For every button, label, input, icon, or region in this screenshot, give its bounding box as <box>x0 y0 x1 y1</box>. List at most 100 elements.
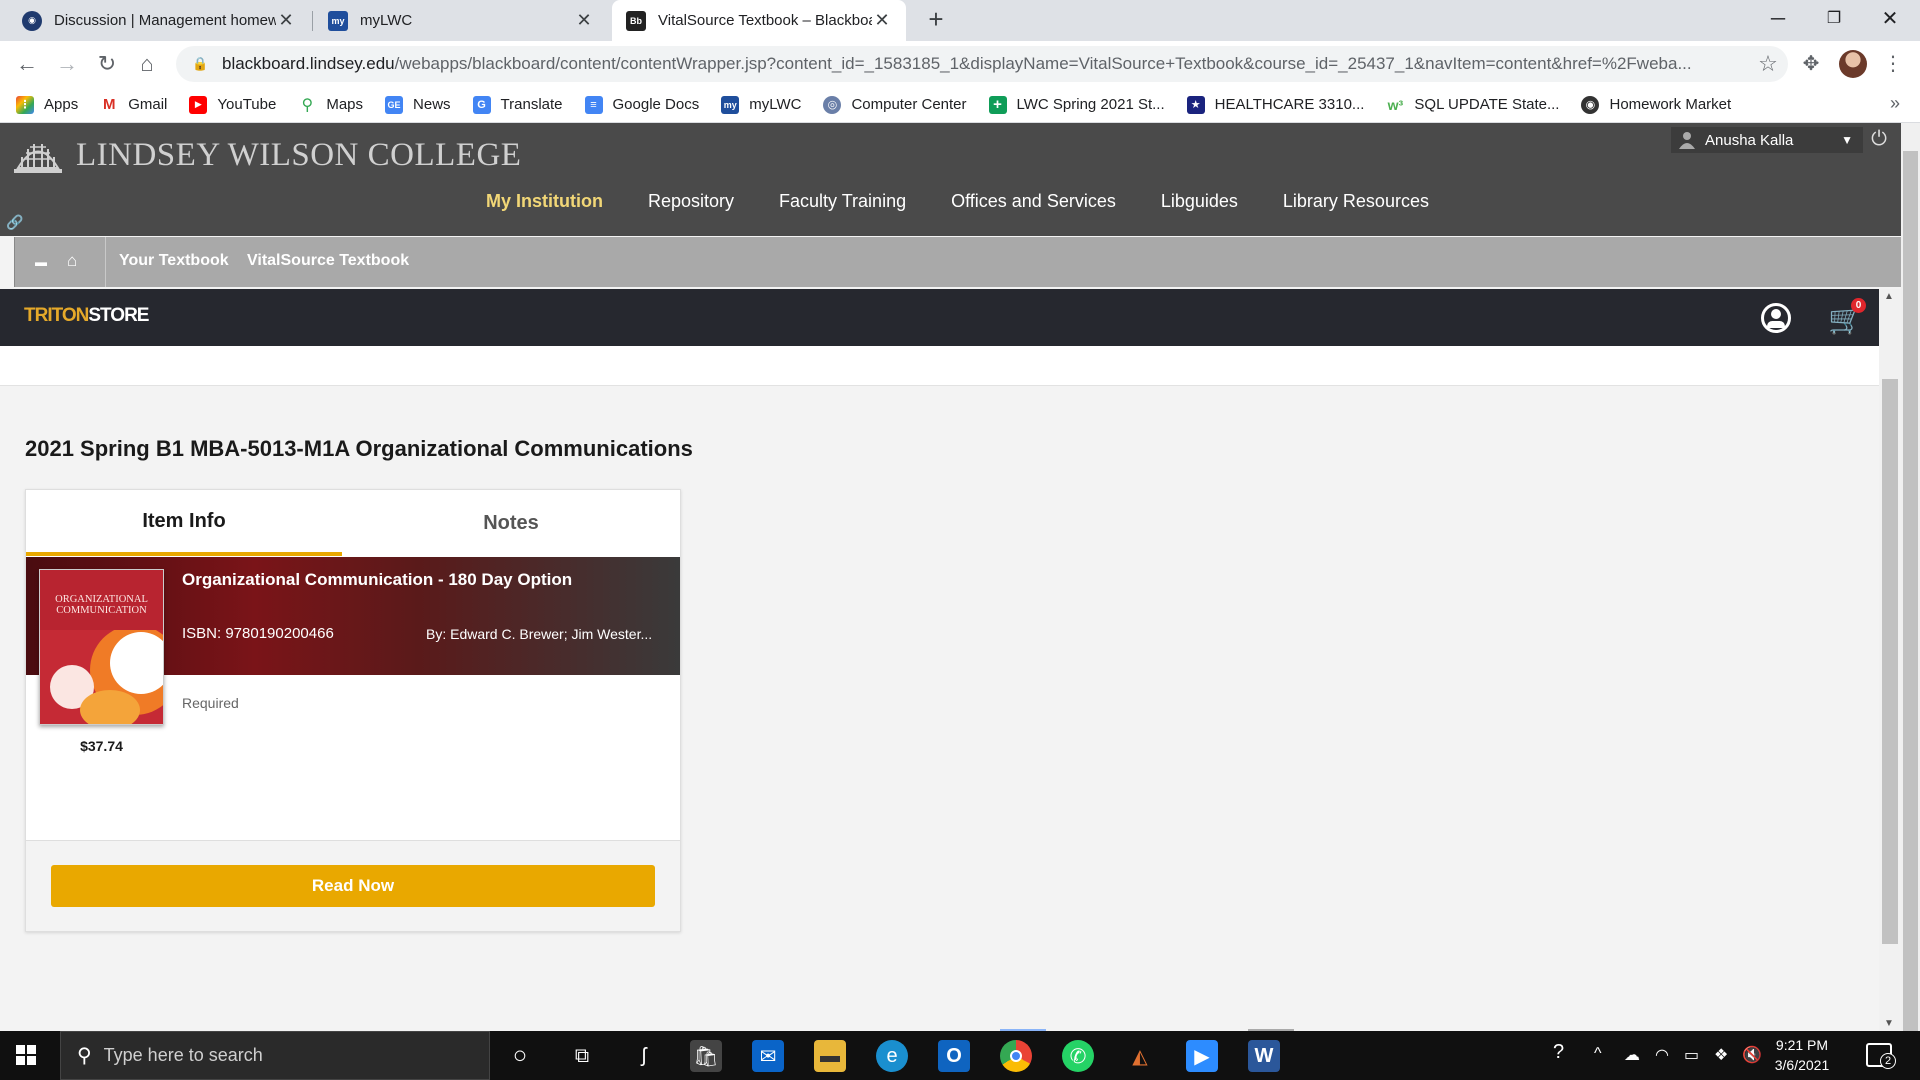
onedrive-cloud-icon[interactable]: ☁ <box>1624 1045 1640 1065</box>
bookmark-news[interactable]: GE News <box>385 95 451 114</box>
tab-discussion[interactable]: ◉ Discussion | Management homew ✕ <box>8 0 310 41</box>
tab-vitalsource[interactable]: Bb VitalSource Textbook – Blackboar ✕ <box>612 0 906 41</box>
edge-icon[interactable]: e <box>876 1040 908 1072</box>
read-now-button[interactable]: Read Now <box>51 865 655 907</box>
zoom-icon[interactable]: ▶ <box>1186 1040 1218 1072</box>
tab-title: myLWC <box>360 12 413 29</box>
bookmark-label: Translate <box>500 96 563 113</box>
account-icon[interactable] <box>1761 303 1791 333</box>
youtube-icon: ▶ <box>189 95 208 114</box>
page-scrollbar[interactable] <box>1901 123 1920 1031</box>
breadcrumb-your-textbook[interactable]: Your Textbook <box>119 252 229 270</box>
reload-icon[interactable]: ↻ <box>92 49 122 79</box>
extensions-puzzle-icon[interactable]: ✥ <box>1798 51 1824 77</box>
dropbox-icon[interactable]: ❖ <box>1714 1045 1728 1065</box>
tab-mylwc[interactable]: my myLWC ✕ <box>314 0 608 41</box>
frame-scrollbar[interactable]: ▲ ▼ <box>1879 289 1901 1031</box>
scrollbar-thumb[interactable] <box>1903 151 1918 1031</box>
nav-libguides[interactable]: Libguides <box>1161 191 1238 212</box>
mail-icon[interactable]: ✉ <box>752 1040 784 1072</box>
minimize-button[interactable]: ─ <box>1750 0 1806 41</box>
whatsapp-icon[interactable]: ✆ <box>1062 1040 1094 1072</box>
forward-arrow-icon[interactable]: → <box>52 49 82 79</box>
app-s-icon[interactable]: ʃ <box>628 1040 660 1072</box>
new-tab-button[interactable]: + <box>922 6 950 34</box>
bookmark-label: SQL UPDATE State... <box>1414 96 1560 113</box>
menu-toggle-icon[interactable]: ▬ <box>35 255 47 269</box>
bookmark-apps[interactable]: ⋮ Apps <box>16 95 78 114</box>
scroll-up-icon[interactable]: ▲ <box>1884 291 1894 302</box>
bookmark-homework-market[interactable]: ◉ Homework Market <box>1581 95 1731 114</box>
matlab-icon[interactable]: ◭ <box>1124 1040 1156 1072</box>
nav-my-institution[interactable]: My Institution <box>486 191 603 212</box>
bookmark-star-icon[interactable]: ☆ <box>1748 51 1788 77</box>
outlook-icon[interactable]: O <box>938 1040 970 1072</box>
word-icon[interactable]: W <box>1248 1040 1280 1072</box>
scrollbar-thumb[interactable] <box>1882 379 1898 944</box>
institution-nav: My Institution Repository Faculty Traini… <box>486 191 1474 212</box>
power-logout-icon[interactable]: ⏻ <box>1866 127 1892 153</box>
volume-muted-icon[interactable]: 🔇 <box>1742 1045 1762 1065</box>
nav-faculty-training[interactable]: Faculty Training <box>779 191 906 212</box>
college-logo[interactable]: LINDSEY WILSON COLLEGE <box>10 133 521 177</box>
book-cover[interactable]: ORGANIZATIONAL COMMUNICATION <box>39 569 164 725</box>
tab-notes[interactable]: Notes <box>342 490 680 556</box>
bookmark-computer-center[interactable]: ◎ Computer Center <box>823 95 967 114</box>
search-placeholder: Type here to search <box>103 1045 263 1065</box>
content-top-band <box>0 346 1879 386</box>
system-clock[interactable]: 9:21 PM 3/6/2021 <box>1762 1035 1842 1075</box>
cover-title: ORGANIZATIONAL COMMUNICATION <box>40 570 163 630</box>
bookmark-youtube[interactable]: ▶ YouTube <box>189 95 276 114</box>
scroll-down-icon[interactable]: ▼ <box>1884 1018 1894 1029</box>
bookmark-sql-update[interactable]: w³ SQL UPDATE State... <box>1386 95 1560 114</box>
task-view-icon[interactable]: ⧉ <box>566 1040 598 1072</box>
back-arrow-icon[interactable]: ← <box>12 49 42 79</box>
bookmark-maps[interactable]: ⚲ Maps <box>298 95 363 114</box>
gmail-icon: M <box>100 95 119 114</box>
close-window-button[interactable]: ✕ <box>1862 0 1918 41</box>
user-name: Anusha Kalla <box>1705 131 1794 149</box>
close-icon[interactable]: ✕ <box>276 10 296 31</box>
windows-taskbar: ⚲ Type here to search ○ ⧉ ʃ 🛍 ✉ ▬ e O ✆ … <box>0 1031 1920 1080</box>
mylwc-icon: my <box>328 10 348 31</box>
college-name: LINDSEY WILSON COLLEGE <box>76 136 522 173</box>
profile-avatar[interactable] <box>1839 50 1867 78</box>
home-icon[interactable]: ⌂ <box>132 49 162 79</box>
battery-icon[interactable]: ▭ <box>1684 1045 1699 1065</box>
wifi-icon[interactable]: ◠ <box>1655 1045 1669 1065</box>
chevron-up-icon[interactable]: ^ <box>1594 1045 1602 1063</box>
home-icon[interactable]: ⌂ <box>67 251 77 271</box>
item-title[interactable]: Organizational Communication - 180 Day O… <box>182 570 572 590</box>
more-bookmarks-icon[interactable]: » <box>1890 93 1900 114</box>
bookmark-google-docs[interactable]: ≡ Google Docs <box>584 95 700 114</box>
nav-offices-services[interactable]: Offices and Services <box>951 191 1116 212</box>
chrome-icon[interactable] <box>1000 1040 1032 1072</box>
nav-repository[interactable]: Repository <box>648 191 734 212</box>
address-bar[interactable]: 🔒 blackboard.lindsey.edu/webapps/blackbo… <box>176 46 1788 82</box>
tritonstore-logo[interactable]: TRITONSTORE <box>24 305 149 327</box>
nav-library-resources[interactable]: Library Resources <box>1283 191 1429 212</box>
windows-start-icon[interactable] <box>16 1045 36 1065</box>
bookmark-healthcare[interactable]: ★ HEALTHCARE 3310... <box>1186 95 1365 114</box>
file-explorer-icon[interactable]: ▬ <box>814 1040 846 1072</box>
tab-item-info[interactable]: Item Info <box>26 490 342 556</box>
store-bag-icon[interactable]: 🛍 <box>690 1040 722 1072</box>
taskbar-search[interactable]: ⚲ Type here to search <box>60 1031 490 1080</box>
card-footer: Read Now <box>26 840 680 931</box>
bookmark-lwc-spring[interactable]: + LWC Spring 2021 St... <box>988 95 1165 114</box>
restore-button[interactable]: ❐ <box>1806 0 1862 41</box>
bookmark-gmail[interactable]: M Gmail <box>100 95 167 114</box>
close-icon[interactable]: ✕ <box>574 10 594 31</box>
running-app-indicator <box>1248 1029 1294 1031</box>
bookmark-label: Google Docs <box>612 96 700 113</box>
bookmark-translate[interactable]: G Translate <box>472 95 563 114</box>
cortana-icon[interactable]: ○ <box>504 1040 536 1072</box>
bookmark-mylwc[interactable]: my myLWC <box>721 95 801 114</box>
menu-dots-icon[interactable]: ⋮ <box>1880 51 1906 77</box>
link-icon[interactable]: 🔗 <box>6 214 23 231</box>
help-icon[interactable]: ? <box>1553 1041 1564 1064</box>
close-icon[interactable]: ✕ <box>872 10 892 31</box>
bookmark-label: HEALTHCARE 3310... <box>1214 96 1365 113</box>
user-menu[interactable]: Anusha Kalla ▼ <box>1671 127 1863 153</box>
store-header: TRITONSTORE 🛒 <box>0 289 1879 346</box>
